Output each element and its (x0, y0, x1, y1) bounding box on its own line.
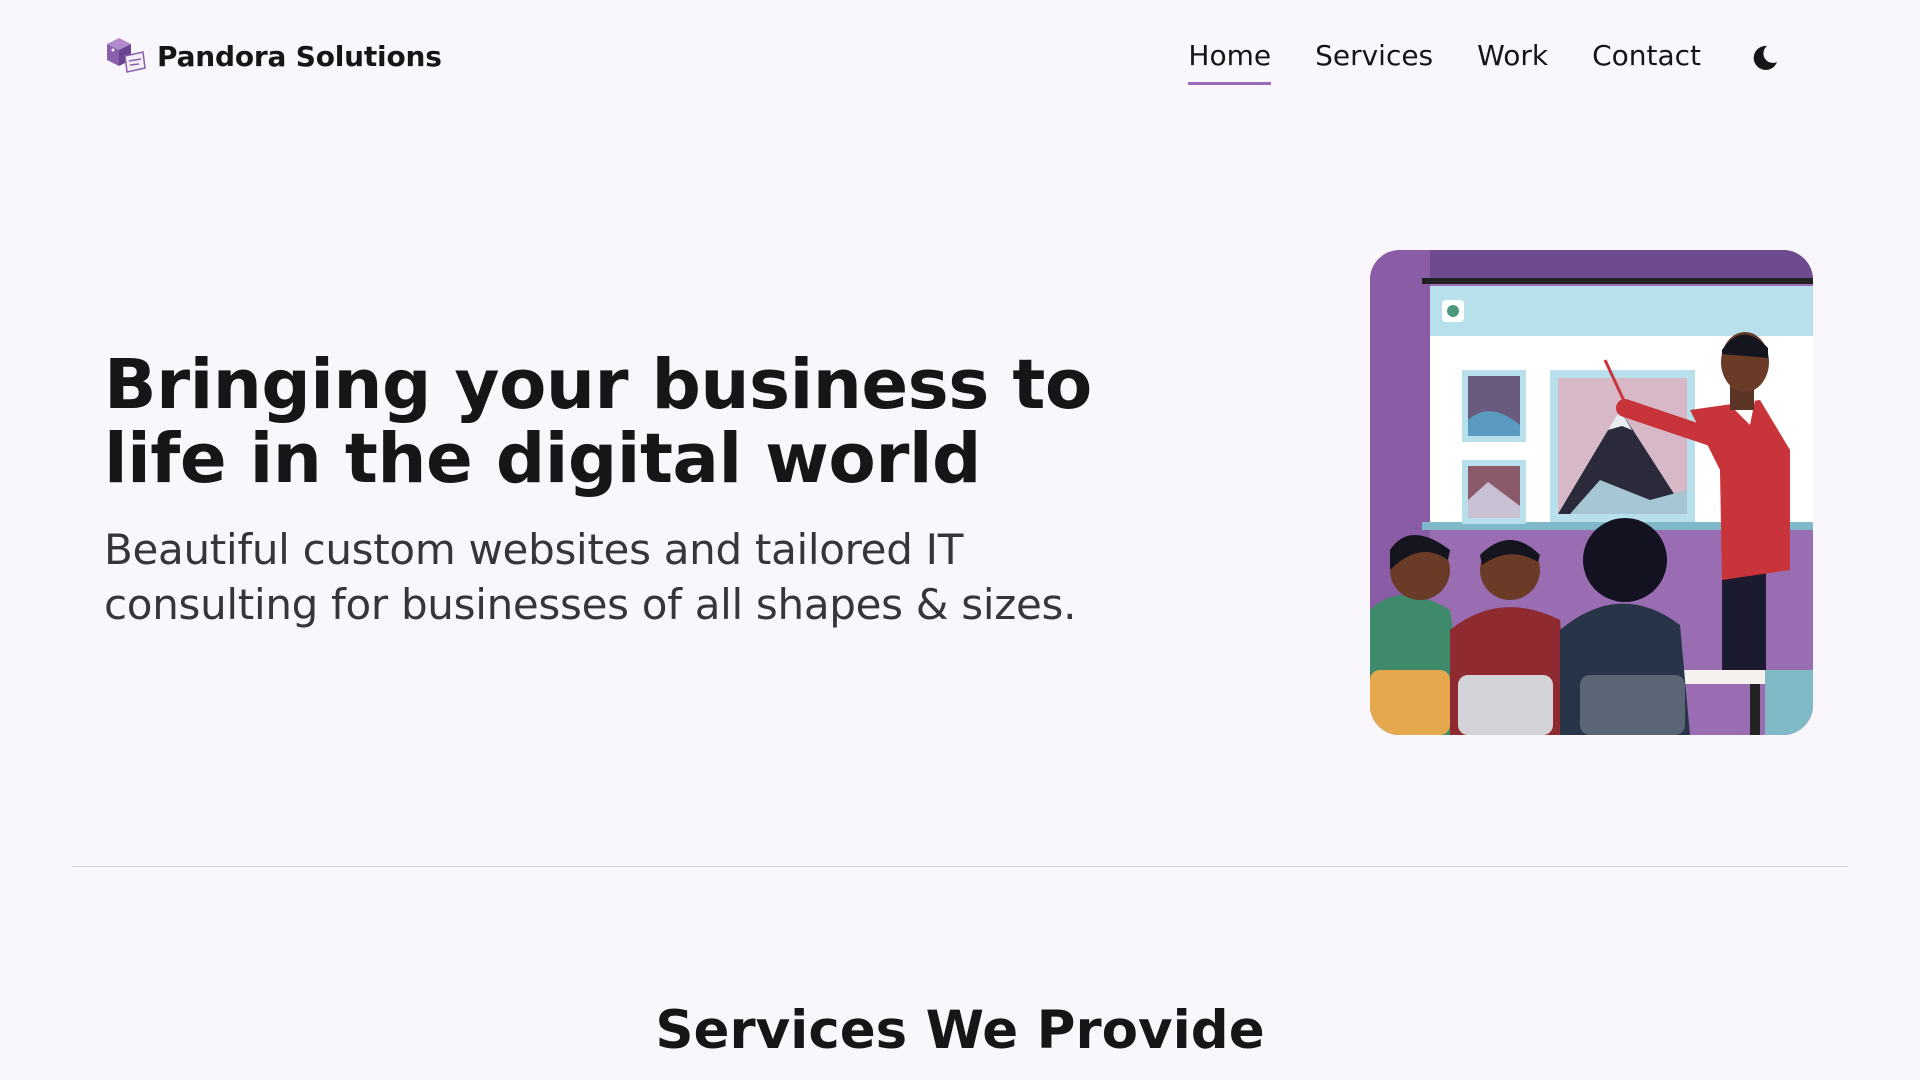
section-divider (72, 866, 1848, 867)
box-icon (103, 34, 147, 78)
hero-subtitle-line-2: consulting for businesses of all shapes … (104, 580, 1077, 629)
theme-toggle-button[interactable] (1747, 40, 1783, 76)
hero-title-line-1: Bringing your business to (104, 345, 1092, 425)
moon-icon (1753, 45, 1777, 70)
site-header: Pandora Solutions Home Services Work Con… (0, 0, 1920, 115)
hero-subtitle: Beautiful custom websites and tailored I… (104, 522, 1104, 632)
nav-services[interactable]: Services (1315, 36, 1433, 85)
nav-work[interactable]: Work (1477, 36, 1548, 85)
brand-link[interactable]: Pandora Solutions (103, 34, 442, 78)
hero-title: Bringing your business to life in the di… (104, 348, 1104, 496)
brand-name: Pandora Solutions (157, 39, 442, 73)
hero-subtitle-line-1: Beautiful custom websites and tailored I… (104, 525, 964, 574)
hero-title-line-2: life in the digital world (104, 419, 981, 499)
nav-home[interactable]: Home (1188, 36, 1272, 85)
hero-illustration (1370, 250, 1813, 735)
main-nav: Home Services Work Contact (1188, 36, 1783, 85)
services-title: Services We Provide (655, 1000, 1265, 1061)
nav-contact[interactable]: Contact (1592, 36, 1701, 85)
